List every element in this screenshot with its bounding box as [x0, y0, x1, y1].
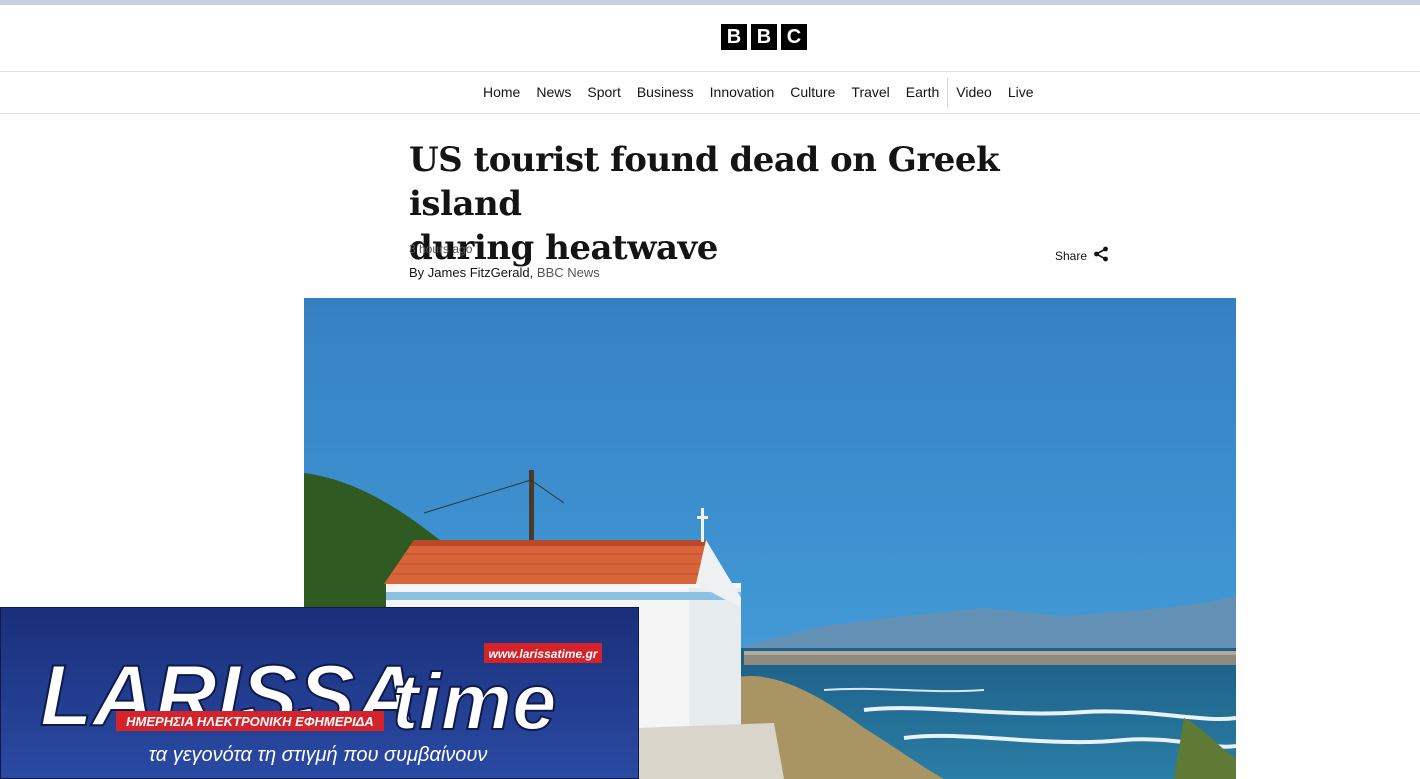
byline-prefix: By: [409, 265, 428, 280]
nav-item-home[interactable]: Home: [475, 72, 528, 113]
nav-list: Home News Sport Business Innovation Cult…: [475, 72, 1042, 113]
bbc-logo-letter: B: [751, 24, 777, 50]
logo-accent-text: time: [392, 657, 557, 746]
nav-item-video[interactable]: Video: [948, 72, 1000, 113]
article-headline: US tourist found dead on Greek island du…: [409, 138, 1109, 270]
nav-item-business[interactable]: Business: [629, 72, 702, 113]
byline-author: James FitzGerald: [427, 265, 530, 280]
nav-item-culture[interactable]: Culture: [782, 72, 843, 113]
logo-subtitle: ΗΜΕΡΗΣΙΑ ΗΛΕΚΤΡΟΝΙΚΗ ΕΦΗΜΕΡΙΔΑ: [126, 714, 374, 729]
share-button[interactable]: Share: [1055, 246, 1109, 265]
nav-item-live[interactable]: Live: [1000, 72, 1042, 113]
nav-item-innovation[interactable]: Innovation: [702, 72, 783, 113]
larissatime-logo-icon: LARISSA time www.larissatime.gr ΗΜΕΡΗΣΙΑ…: [0, 607, 639, 779]
headline-line-1: US tourist found dead on Greek island: [409, 140, 1000, 224]
larissatime-watermark: LARISSA time www.larissatime.gr ΗΜΕΡΗΣΙΑ…: [0, 607, 639, 779]
article-timestamp: 3 hours ago: [409, 242, 473, 256]
bbc-logo-letter: C: [781, 24, 807, 50]
bbc-logo[interactable]: B B C: [721, 24, 807, 50]
nav-item-sport[interactable]: Sport: [579, 72, 628, 113]
bbc-logo-letter: B: [721, 24, 747, 50]
nav-item-news[interactable]: News: [528, 72, 579, 113]
logo-url: www.larissatime.gr: [489, 647, 599, 661]
nav-item-travel[interactable]: Travel: [843, 72, 897, 113]
article-byline: By James FitzGerald, BBC News: [409, 265, 600, 280]
share-label: Share: [1055, 248, 1088, 263]
main-navigation: Home News Sport Business Innovation Cult…: [0, 72, 1420, 114]
logo-tagline: τα γεγονότα τη στιγμή που συμβαίνουν: [149, 744, 488, 766]
masthead: B B C: [0, 5, 1420, 72]
share-icon: [1093, 246, 1109, 265]
byline-organisation: BBC News: [533, 265, 600, 280]
nav-item-earth[interactable]: Earth: [898, 72, 947, 113]
